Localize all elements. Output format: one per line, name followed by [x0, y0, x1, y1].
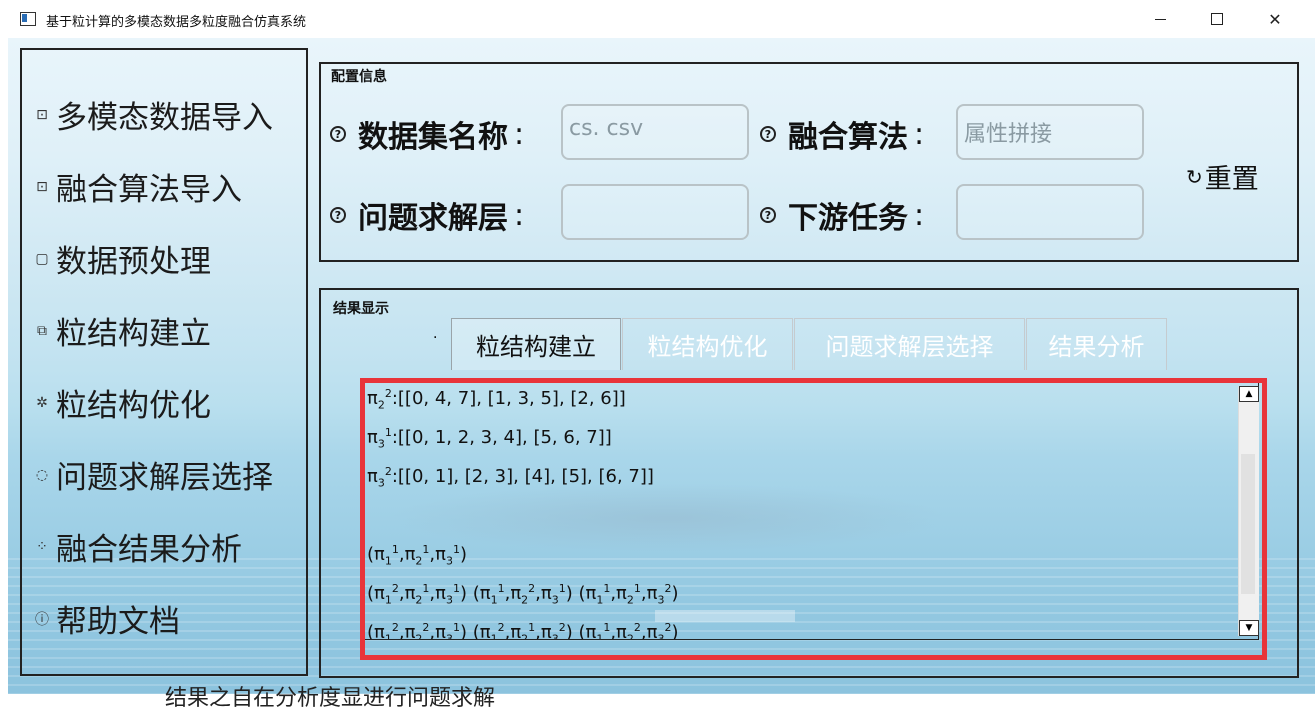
title-bar: 基于粒计算的多模态数据多粒度融合仿真系统 ✕ — [8, 0, 1315, 38]
reset-button[interactable]: ↻ 重置 — [1186, 157, 1259, 196]
help-icon[interactable]: ? — [330, 207, 346, 223]
output-line: (π12,π21,π31) (π11,π22,π31) (π11,π21,π32… — [367, 582, 679, 607]
sidebar-item-label: 数据预处理 — [56, 244, 211, 280]
algorithm-label: ? 融合算法 : — [760, 112, 924, 156]
algorithm-import-icon: ⊡ — [36, 178, 48, 195]
dataset-label-text: 数据集名称 — [358, 120, 508, 155]
dataset-field[interactable]: cs. csv — [561, 104, 749, 160]
maximize-button[interactable] — [1189, 0, 1245, 38]
result-title: 结果显示 — [333, 301, 389, 317]
sidebar-item-label: 融合算法导入 — [56, 172, 242, 208]
colon: : — [914, 116, 925, 152]
selection-glow — [655, 610, 795, 622]
help-icon: ⓘ — [35, 611, 49, 628]
sidebar-item-result-analysis[interactable]: ⁘ 融合结果分析 — [32, 524, 242, 569]
tab-build[interactable]: 粒结构建立 — [451, 318, 621, 370]
result-output[interactable]: π22:[[0, 4, 7], [1, 3, 5], [2, 6]] π31:[… — [362, 378, 1259, 640]
sidebar-item-label: 帮助文档 — [56, 604, 180, 640]
sidebar-item-build[interactable]: ⧉ 粒结构建立 — [32, 308, 211, 353]
help-icon[interactable]: ? — [760, 207, 776, 223]
preprocess-icon: ▢ — [35, 250, 49, 267]
refresh-icon: ↻ — [1186, 164, 1203, 189]
tab-marker: · — [433, 330, 438, 346]
output-line: π32:[[0, 1], [2, 3], [4], [5], [6, 7]] — [367, 465, 654, 490]
layer-label: ? 问题求解层 : — [330, 193, 524, 237]
sidebar-item-label: 粒结构建立 — [56, 316, 211, 352]
output-line: (π12,π22,π31) (π12,π21,π32) (π11,π22,π32… — [367, 621, 679, 640]
scroll-up-button[interactable]: ▲ — [1239, 386, 1259, 402]
colon: : — [914, 197, 925, 233]
bulb-icon: ◌ — [35, 466, 49, 483]
sidebar-item-label: 问题求解层选择 — [56, 460, 273, 496]
optimize-icon: ✲ — [36, 394, 48, 411]
config-title: 配置信息 — [331, 69, 387, 85]
task-label-text: 下游任务 — [788, 201, 908, 236]
layer-label-text: 问题求解层 — [358, 201, 508, 236]
layer-field[interactable] — [561, 184, 749, 240]
help-icon[interactable]: ? — [330, 126, 346, 142]
sidebar-item-multimodal-import[interactable]: ⊡ 多模态数据导入 — [32, 92, 273, 137]
tab-result-analysis[interactable]: 结果分析 — [1026, 318, 1167, 370]
output-line: π22:[[0, 4, 7], [1, 3, 5], [2, 6]] — [367, 387, 626, 412]
sidebar: ⊡ 多模态数据导入 ⊡ 融合算法导入 ▢ 数据预处理 ⧉ 粒结构建立 ✲ 粒结构… — [20, 48, 308, 676]
window-title: 基于粒计算的多模态数据多粒度融合仿真系统 — [46, 15, 307, 30]
sidebar-item-optimize[interactable]: ✲ 粒结构优化 — [32, 380, 211, 425]
dataset-label: ? 数据集名称 : — [330, 112, 524, 156]
bottom-text-fragment: 结果之自在分析度显进行问题求解 — [165, 686, 496, 711]
colon: : — [514, 197, 525, 233]
help-icon[interactable]: ? — [760, 126, 776, 142]
sidebar-item-algorithm-import[interactable]: ⊡ 融合算法导入 — [32, 164, 242, 209]
maximize-icon — [1211, 13, 1223, 25]
close-button[interactable]: ✕ — [1247, 0, 1303, 38]
minimize-icon — [1154, 18, 1166, 20]
tab-layer-select[interactable]: 问题求解层选择 — [794, 318, 1025, 370]
sidebar-item-layer-select[interactable]: ◌ 问题求解层选择 — [32, 452, 273, 497]
colon: : — [514, 116, 525, 152]
algorithm-label-text: 融合算法 — [788, 120, 908, 155]
build-icon: ⧉ — [37, 322, 47, 339]
spinner-icon: ⁘ — [36, 538, 48, 555]
scroll-down-button[interactable]: ▼ — [1239, 620, 1259, 636]
task-label: ? 下游任务 : — [760, 193, 924, 237]
sidebar-item-help[interactable]: ⓘ 帮助文档 — [32, 596, 180, 641]
sidebar-item-preprocess[interactable]: ▢ 数据预处理 — [32, 236, 211, 281]
app-icon — [20, 12, 36, 26]
import-icon: ⊡ — [36, 106, 48, 123]
sidebar-item-label: 多模态数据导入 — [56, 100, 273, 136]
output-line: π31:[[0, 1, 2, 3, 4], [5, 6, 7]] — [367, 426, 612, 451]
task-field[interactable] — [956, 184, 1144, 240]
reset-label: 重置 — [1204, 164, 1259, 195]
tab-optimize[interactable]: 粒结构优化 — [622, 318, 793, 370]
close-icon: ✕ — [1268, 9, 1282, 29]
sidebar-item-label: 融合结果分析 — [56, 532, 242, 568]
minimize-button[interactable] — [1132, 0, 1188, 38]
output-line: (π11,π21,π31) — [367, 543, 468, 568]
output-scrollbar[interactable]: ▲ ▼ — [1238, 386, 1259, 636]
scroll-thumb[interactable] — [1241, 454, 1255, 594]
algorithm-field[interactable]: 属性拼接 — [956, 104, 1144, 160]
sidebar-item-label: 粒结构优化 — [56, 388, 211, 424]
